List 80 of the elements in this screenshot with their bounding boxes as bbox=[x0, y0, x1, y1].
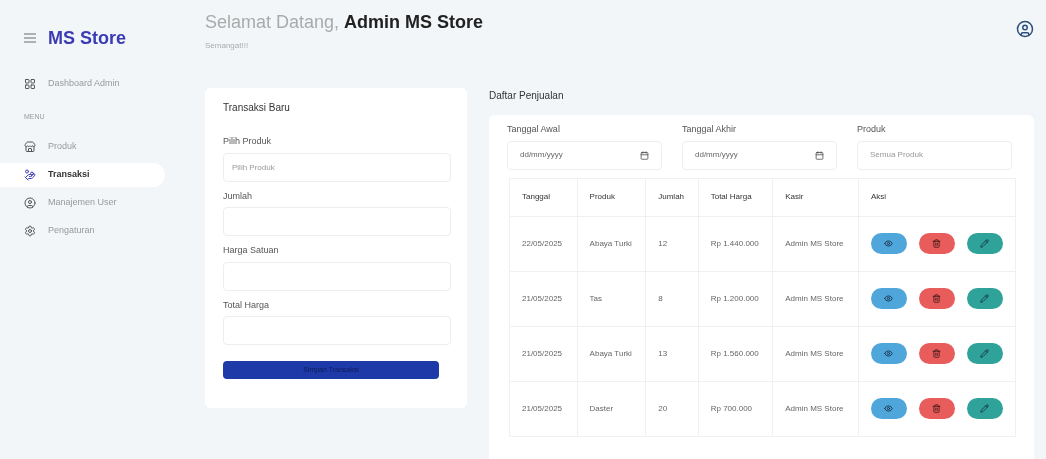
table-cell: Abaya Turki bbox=[577, 326, 646, 381]
delete-button[interactable] bbox=[918, 233, 955, 254]
field-label: Total Harga bbox=[223, 298, 271, 312]
table-cell: 20 bbox=[645, 381, 699, 436]
edit-button[interactable] bbox=[966, 288, 1003, 309]
table-cell: Abaya Turki bbox=[577, 216, 646, 271]
table-cell: 21/05/2025 bbox=[509, 381, 578, 436]
table-cell: 13 bbox=[645, 326, 699, 381]
pencil-icon bbox=[980, 404, 990, 413]
table-cell: 12 bbox=[645, 216, 699, 271]
sidebar-item[interactable]: Produk bbox=[0, 134, 185, 159]
column-header: Total Harga bbox=[698, 178, 773, 216]
column-header: Jumlah bbox=[645, 178, 699, 216]
table-cell: 8 bbox=[645, 271, 699, 326]
gear-icon bbox=[24, 224, 36, 237]
field-label: Pilih Produk bbox=[223, 135, 273, 148]
trash-icon bbox=[932, 404, 942, 413]
delete-button[interactable] bbox=[918, 343, 955, 364]
view-button[interactable] bbox=[870, 398, 907, 419]
input-field[interactable]: Pilih Produk bbox=[223, 152, 451, 182]
edit-button[interactable] bbox=[966, 233, 1003, 254]
table-cell: Admin MS Store bbox=[772, 216, 859, 271]
table-cell: 21/05/2025 bbox=[509, 326, 578, 381]
calendar-icon[interactable] bbox=[815, 150, 824, 160]
table-cell: Rp 1.200.000 bbox=[698, 271, 773, 326]
eye-icon bbox=[884, 239, 894, 248]
field-label: Harga Satuan bbox=[223, 244, 280, 257]
view-button[interactable] bbox=[870, 343, 907, 364]
filter-label: Produk bbox=[857, 123, 887, 136]
subtitle-text: Semangat!!! bbox=[205, 40, 250, 52]
eye-icon bbox=[884, 349, 894, 358]
trash-icon bbox=[932, 349, 942, 358]
column-header: Aksi bbox=[858, 178, 1016, 216]
select-field[interactable]: Semua Produk bbox=[857, 140, 1012, 170]
calendar-icon[interactable] bbox=[640, 150, 649, 160]
delete-button[interactable] bbox=[918, 288, 955, 309]
greeting-text: Selamat Datang, bbox=[205, 12, 340, 32]
card-title: Daftar Penjualan bbox=[489, 89, 565, 103]
delete-button[interactable] bbox=[918, 398, 955, 419]
table-cell: 21/05/2025 bbox=[509, 271, 578, 326]
trash-icon bbox=[932, 294, 942, 303]
table-cell: Rp 1.560.000 bbox=[698, 326, 773, 381]
brand-name: MS Store bbox=[48, 27, 126, 50]
eye-icon bbox=[884, 294, 894, 303]
edit-button[interactable] bbox=[966, 343, 1003, 364]
table-cell: Daster bbox=[577, 381, 646, 436]
table-cell: Admin MS Store bbox=[772, 381, 859, 436]
filter-label: Tanggal Awal bbox=[507, 123, 561, 136]
view-button[interactable] bbox=[870, 233, 907, 254]
admin-name: Admin MS Store bbox=[344, 12, 484, 32]
card-title: Transaksi Baru bbox=[223, 101, 291, 115]
sidebar-item[interactable]: Dashboard Admin bbox=[0, 72, 185, 96]
table-cell: Rp 1.440.000 bbox=[698, 216, 773, 271]
pencil-icon bbox=[980, 239, 990, 248]
date-field[interactable]: dd/mm/yyyy bbox=[507, 140, 662, 170]
hand-coins-icon bbox=[24, 168, 36, 181]
column-header: Produk bbox=[577, 178, 646, 216]
sidebar-item[interactable]: Manajemen User bbox=[0, 190, 185, 215]
table-cell: 22/05/2025 bbox=[509, 216, 578, 271]
sidebar-item[interactable]: Pengaturan bbox=[0, 218, 185, 243]
sidebar-item[interactable]: Transaksi bbox=[0, 162, 165, 187]
table-cell: Tas bbox=[577, 271, 646, 326]
field-label: Jumlah bbox=[223, 189, 253, 203]
table-cell: Admin MS Store bbox=[772, 326, 859, 381]
column-header: Tanggal bbox=[509, 178, 578, 216]
pencil-icon bbox=[980, 294, 990, 303]
column-header: Kasir bbox=[772, 178, 859, 216]
trash-icon bbox=[932, 239, 942, 248]
filter-label: Tanggal Akhir bbox=[682, 123, 738, 136]
eye-icon bbox=[884, 404, 894, 413]
grid-icon bbox=[24, 78, 36, 90]
view-button[interactable] bbox=[870, 288, 907, 309]
table-cell: Admin MS Store bbox=[772, 271, 859, 326]
user-circle-icon bbox=[24, 196, 36, 209]
user-avatar-icon[interactable] bbox=[1016, 20, 1034, 38]
table-cell: Rp 700.000 bbox=[698, 381, 773, 436]
store-icon bbox=[24, 140, 36, 153]
edit-button[interactable] bbox=[966, 398, 1003, 419]
pencil-icon bbox=[980, 349, 990, 358]
date-field[interactable]: dd/mm/yyyy bbox=[682, 140, 837, 170]
